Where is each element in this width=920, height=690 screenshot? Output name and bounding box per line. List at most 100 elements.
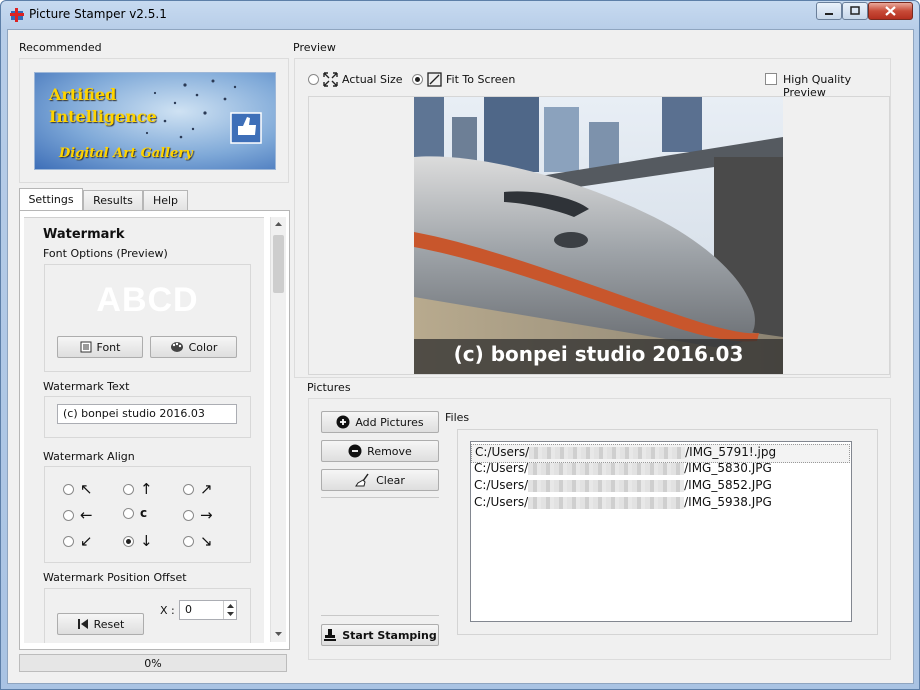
align-option-middle-right[interactable]: → [183, 506, 213, 524]
watermark-text-label: Watermark Text [43, 380, 130, 393]
banner-line2: Intelligence [49, 107, 157, 126]
train-photo [414, 97, 783, 374]
tab-help[interactable]: Help [143, 190, 188, 210]
progress-text: 0% [144, 657, 162, 670]
font-options-group: ABCD Font Color [44, 264, 251, 372]
align-symbol-center: c [140, 506, 148, 520]
palette-icon [170, 342, 183, 352]
redacted-path-segment [529, 446, 686, 459]
align-option-center[interactable]: c [123, 506, 147, 520]
close-button[interactable] [868, 2, 913, 20]
align-radio-middle-left[interactable] [63, 509, 74, 521]
broom-icon [355, 473, 369, 487]
settings-scroll-area: Watermark Font Options (Preview) ABCD Fo… [24, 217, 264, 643]
reset-icon [77, 619, 88, 629]
align-option-top-right[interactable]: ↗ [183, 480, 213, 498]
position-offset-group: Reset X : 0 [44, 588, 251, 643]
align-option-bottom-right[interactable]: ↘ [183, 532, 213, 550]
align-symbol-bottom-right: ↘ [200, 532, 213, 550]
file-path-prefix: C:/Users/ [474, 461, 529, 475]
align-radio-top-center[interactable] [123, 483, 134, 495]
add-pictures-label: Add Pictures [355, 415, 424, 429]
recommended-label: Recommended [19, 41, 102, 54]
x-offset-value: 0 [185, 603, 192, 616]
banner-line3: Digital Art Gallery [59, 146, 193, 161]
tab-strip: Settings Results Help [19, 188, 289, 212]
font-button-label: Font [96, 340, 121, 354]
font-icon [80, 341, 92, 353]
align-option-top-center[interactable]: ↑ [123, 480, 153, 498]
file-path-prefix: C:/Users/ [475, 445, 530, 459]
tab-settings[interactable]: Settings [19, 188, 83, 210]
preview-label: Preview [293, 41, 336, 54]
clear-label: Clear [376, 473, 405, 487]
font-button[interactable]: Font [57, 336, 143, 358]
pictures-label: Pictures [307, 381, 351, 394]
align-radio-top-left[interactable] [63, 483, 74, 495]
thumbs-up-icon [230, 112, 262, 144]
preview-image: (c) bonpei studio 2016.03 [414, 97, 783, 374]
preview-canvas[interactable]: (c) bonpei studio 2016.03 [308, 96, 890, 375]
tab-results[interactable]: Results [83, 190, 143, 210]
minimize-icon [825, 13, 833, 15]
x-offset-spinner[interactable] [223, 601, 237, 619]
actual-size-radio[interactable] [308, 74, 319, 85]
align-radio-bottom-left[interactable] [63, 535, 74, 547]
minimize-button[interactable] [816, 2, 842, 20]
align-option-bottom-center[interactable]: ↓ [123, 532, 153, 550]
button-divider-bottom [321, 615, 439, 616]
file-path-suffix: /IMG_5852.JPG [684, 478, 772, 492]
fit-to-screen-icon [427, 72, 442, 87]
color-button-label: Color [188, 340, 218, 354]
app-window: Picture Stamper v2.5.1 Recommended Artif… [0, 0, 920, 690]
fit-to-screen-option[interactable]: Fit To Screen [412, 72, 515, 87]
scroll-up-icon[interactable] [271, 217, 286, 232]
maximize-button[interactable] [842, 2, 868, 20]
actual-size-icon [323, 72, 338, 87]
file-path-suffix: /IMG_5830.JPG [684, 461, 772, 475]
recommended-banner[interactable]: Artified Intelligence Digital Art Galler… [34, 72, 276, 170]
watermark-text-input[interactable]: (c) bonpei studio 2016.03 [57, 404, 237, 424]
watermark-align-label: Watermark Align [43, 450, 135, 463]
align-option-bottom-left[interactable]: ↙ [63, 532, 93, 550]
actual-size-option[interactable]: Actual Size [308, 72, 403, 87]
file-list-item[interactable]: C:/Users/ /IMG_5830.JPG [471, 461, 848, 478]
file-path-suffix: /IMG_5938.JPG [684, 495, 772, 509]
file-list[interactable]: C:/Users/ /IMG_5791!.jpg C:/Users/ /IMG_583… [470, 441, 852, 622]
align-symbol-middle-right: → [200, 506, 213, 524]
remove-button[interactable]: Remove [321, 440, 439, 462]
align-option-top-left[interactable]: ↖ [63, 480, 93, 498]
font-options-label: Font Options (Preview) [43, 247, 168, 260]
scroll-thumb[interactable] [273, 235, 284, 293]
start-stamping-button[interactable]: Start Stamping [321, 624, 439, 646]
align-radio-center[interactable] [123, 507, 134, 519]
add-pictures-button[interactable]: Add Pictures [321, 411, 439, 433]
reset-button[interactable]: Reset [57, 613, 144, 635]
clear-button[interactable]: Clear [321, 469, 439, 491]
color-button[interactable]: Color [150, 336, 237, 358]
spinner-arrows-icon [227, 604, 234, 616]
file-list-item[interactable]: C:/Users/ /IMG_5938.JPG [471, 495, 848, 512]
align-radio-bottom-center[interactable] [123, 535, 134, 547]
align-radio-middle-right[interactable] [183, 509, 194, 521]
pictures-group: Add Pictures Remove Clear Start Stamping… [308, 398, 891, 660]
fit-to-screen-radio[interactable] [412, 74, 423, 85]
high-quality-checkbox[interactable] [765, 73, 777, 85]
button-divider-top [321, 497, 439, 498]
progress-bar: 0% [19, 654, 287, 672]
align-option-middle-left[interactable]: ← [63, 506, 93, 524]
align-radio-top-right[interactable] [183, 483, 194, 495]
banner-line1: Artified [49, 85, 117, 104]
close-icon [885, 6, 896, 16]
x-label: X : [160, 604, 175, 617]
settings-scrollbar[interactable] [270, 217, 286, 642]
recommended-group: Artified Intelligence Digital Art Galler… [19, 58, 289, 183]
file-list-item[interactable]: C:/Users/ /IMG_5852.JPG [471, 478, 848, 495]
title-bar[interactable]: Picture Stamper v2.5.1 [1, 1, 919, 29]
remove-label: Remove [367, 444, 412, 458]
scroll-down-icon[interactable] [271, 627, 286, 642]
start-stamping-label: Start Stamping [342, 628, 437, 642]
align-radio-bottom-right[interactable] [183, 535, 194, 547]
file-path-suffix: /IMG_5791!.jpg [685, 445, 777, 459]
fit-to-screen-label: Fit To Screen [446, 73, 516, 86]
